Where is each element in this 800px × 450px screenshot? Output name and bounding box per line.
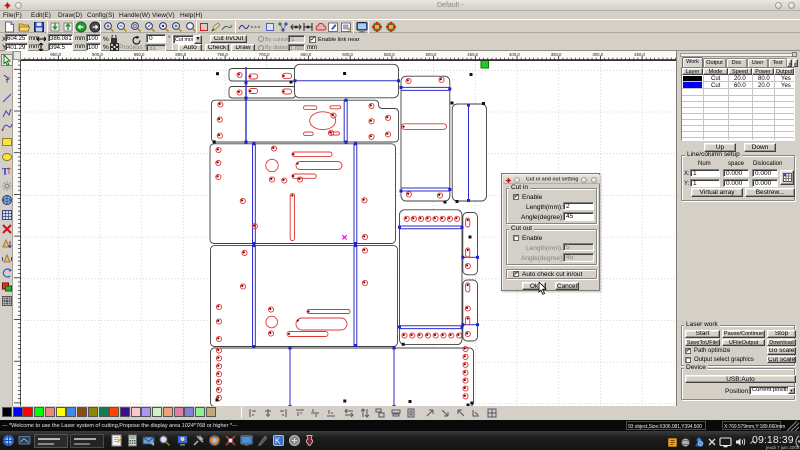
svg-text:750.0: 750.0	[217, 52, 228, 57]
svg-text:250.0: 250.0	[634, 52, 645, 57]
svg-text:650.0: 650.0	[301, 52, 312, 57]
svg-text:900.0: 900.0	[92, 52, 103, 57]
svg-text:300.0: 300.0	[592, 52, 603, 57]
svg-text:400.0: 400.0	[509, 52, 520, 57]
svg-text:700.0: 700.0	[259, 52, 270, 57]
svg-text:500.0: 500.0	[426, 52, 437, 57]
svg-text:600.0: 600.0	[342, 52, 353, 57]
svg-text:950.0: 950.0	[50, 52, 61, 57]
svg-text:850.0: 850.0	[134, 52, 145, 57]
svg-text:T: T	[2, 167, 8, 177]
svg-text:550.0: 550.0	[384, 52, 395, 57]
svg-text:K: K	[275, 437, 281, 446]
svg-text:450.0: 450.0	[467, 52, 478, 57]
svg-text:800.0: 800.0	[175, 52, 186, 57]
svg-text:350.0: 350.0	[551, 52, 562, 57]
